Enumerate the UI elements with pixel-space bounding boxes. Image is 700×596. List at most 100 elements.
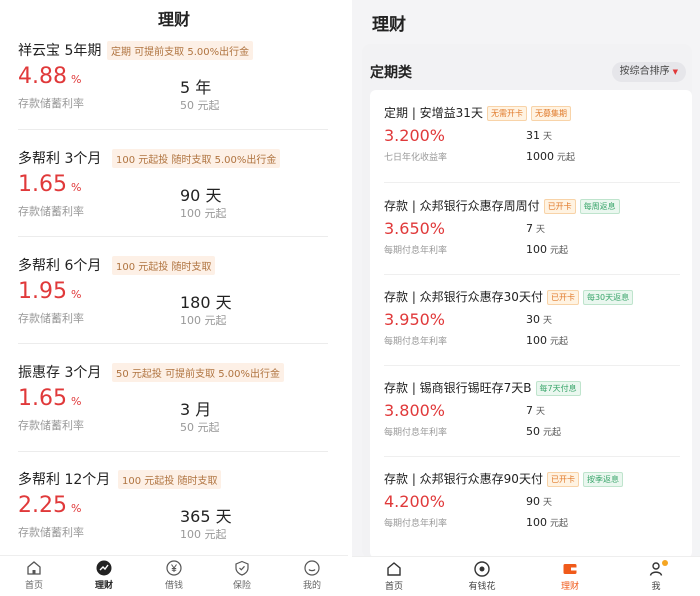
section-title: 定期类 xyxy=(370,65,412,81)
right-app-screen: 理财 定期类 按综合排序 ▼ 定期 | 安增益31天 无需开卡 无募集期 3.200%… xyxy=(352,0,700,596)
product-min-amount: 50 元起 xyxy=(526,425,561,438)
nav-spend[interactable]: 有钱花 xyxy=(458,561,506,592)
min-unit: 元起 xyxy=(543,428,562,438)
product-item[interactable]: 多帮利 3个月 100 元起投 随时支取 5.00%出行金 1.65% 存款储蓄… xyxy=(18,148,328,256)
rate-value: 4.88 xyxy=(18,64,67,89)
product-item[interactable]: 多帮利 6个月 100 元起投 随时支取 1.95% 存款储蓄利率 180 天 … xyxy=(18,255,328,363)
rate-unit: % xyxy=(70,502,82,515)
wealth-icon xyxy=(96,560,112,576)
divider xyxy=(18,343,328,344)
rate-value: 1.65 xyxy=(18,172,67,197)
product-tag: 每7天付息 xyxy=(535,381,581,396)
product-tag: 已开卡 xyxy=(543,199,576,214)
rate-value: 2.25 xyxy=(18,493,67,518)
product-tag: 已开卡 xyxy=(546,472,579,487)
product-tag: 无需开卡 xyxy=(486,106,527,121)
rate-unit: % xyxy=(70,181,82,194)
product-min-amount: 100 元起 xyxy=(526,334,568,347)
nav-me[interactable]: 我 xyxy=(632,560,680,592)
product-name: 多帮利 12个月 xyxy=(18,472,111,488)
product-name: 存款 | 众邦银行众惠存90天付 xyxy=(384,472,543,486)
profile-icon xyxy=(304,560,320,576)
product-tag: 无募集期 xyxy=(530,106,571,121)
product-term: 7天 xyxy=(526,404,545,417)
product-term: 180 天 xyxy=(180,293,232,312)
min-value: 100 xyxy=(526,516,547,529)
product-tag: 100 元起投 随时支取 5.00%出行金 xyxy=(112,149,281,168)
nav-wealth[interactable]: 理财 xyxy=(546,561,594,592)
rate-label: 存款储蓄利率 xyxy=(18,526,84,539)
product-name: 多帮利 3个月 xyxy=(18,151,102,167)
nav-label: 理财 xyxy=(94,581,113,591)
page-title: 理财 xyxy=(372,15,406,35)
divider xyxy=(18,451,328,452)
rate-label: 存款储蓄利率 xyxy=(18,312,84,325)
sort-dropdown[interactable]: 按综合排序 ▼ xyxy=(611,62,686,82)
target-icon xyxy=(474,561,490,577)
product-term: 30 天 xyxy=(526,313,552,326)
nav-insurance[interactable]: 保险 xyxy=(222,560,262,591)
rate-label: 七日年化收益率 xyxy=(384,153,448,163)
product-name: 存款 | 锡商银行锡旺存7天B xyxy=(384,381,532,395)
nav-label: 首页 xyxy=(24,581,43,591)
product-rate: 1.65% xyxy=(18,386,81,411)
product-name: 多帮利 6个月 xyxy=(18,258,102,274)
product-tag: 每周返息 xyxy=(579,199,620,214)
product-tag: 50 元起投 可提前支取 5.00%出行金 xyxy=(112,363,285,382)
shield-icon xyxy=(235,560,249,576)
product-term: 5 年 xyxy=(180,78,212,97)
rate-label: 存款储蓄利率 xyxy=(18,97,84,110)
product-item[interactable]: 存款 | 众邦银行众惠存90天付 已开卡 按季返息 4.200% 每期付息年利率 9… xyxy=(384,470,680,558)
min-value: 50 xyxy=(526,425,540,438)
product-tag: 按季返息 xyxy=(582,472,623,487)
min-value: 100 xyxy=(526,334,547,347)
bottom-nav: 首页 理财 借钱 保险 我的 xyxy=(0,555,348,596)
rate-label: 每期付息年利率 xyxy=(384,246,448,256)
term-value: 31 xyxy=(526,129,540,142)
product-item[interactable]: 祥云宝 5年期 定期 可提前支取 5.00%出行金 4.88% 存款储蓄利率 5… xyxy=(18,40,328,148)
rate-unit: % xyxy=(70,73,82,86)
term-value: 7 xyxy=(526,404,533,417)
product-name-row: 存款 | 众邦银行众惠存90天付 已开卡 按季返息 xyxy=(384,470,623,487)
product-name-row: 存款 | 锡商银行锡旺存7天B 每7天付息 xyxy=(384,379,581,396)
product-min-amount: 50 元起 xyxy=(180,99,220,112)
product-term: 90 天 xyxy=(526,495,552,508)
product-item[interactable]: 定期 | 安增益31天 无需开卡 无募集期 3.200% 七日年化收益率 31 天 1… xyxy=(384,104,680,194)
product-min-amount: 100 元起 xyxy=(180,207,227,220)
product-rate: 1.65% xyxy=(18,172,81,197)
product-name-row: 存款 | 众邦银行众惠存周周付 已开卡 每周返息 xyxy=(384,197,620,214)
nav-label: 首页 xyxy=(384,582,403,592)
term-value: 90 xyxy=(526,495,540,508)
divider xyxy=(384,274,680,275)
divider xyxy=(18,129,328,130)
min-value: 100 xyxy=(526,243,547,256)
rate-unit: % xyxy=(70,288,82,301)
product-rate: 3.200% xyxy=(384,126,446,145)
product-term: 90 天 xyxy=(180,186,222,205)
product-name: 存款 | 众邦银行众惠存30天付 xyxy=(384,290,543,304)
nav-mine[interactable]: 我的 xyxy=(292,560,332,591)
nav-home[interactable]: 首页 xyxy=(370,561,418,592)
product-tag: 定期 可提前支取 5.00%出行金 xyxy=(107,41,254,60)
nav-borrow[interactable]: 借钱 xyxy=(154,560,194,591)
min-unit: 元起 xyxy=(550,519,569,529)
rate-label: 存款储蓄利率 xyxy=(18,205,84,218)
product-rate: 1.95% xyxy=(18,279,81,304)
product-min-amount: 100 元起 xyxy=(180,528,227,541)
home-icon xyxy=(27,561,41,575)
product-item[interactable]: 振惠存 3个月 50 元起投 可提前支取 5.00%出行金 1.65% 存款储蓄… xyxy=(18,362,328,470)
product-tag: 100 元起投 随时支取 xyxy=(118,470,222,489)
divider xyxy=(18,236,328,237)
rate-unit: % xyxy=(70,395,82,408)
notification-dot xyxy=(662,560,668,566)
product-name-row: 存款 | 众邦银行众惠存30天付 已开卡 每30天返息 xyxy=(384,288,634,305)
divider xyxy=(384,365,680,366)
product-term: 7天 xyxy=(526,222,545,235)
rate-label: 每期付息年利率 xyxy=(384,519,448,529)
min-unit: 元起 xyxy=(550,337,569,347)
product-name-row: 定期 | 安增益31天 无需开卡 无募集期 xyxy=(384,104,571,121)
product-name: 存款 | 众邦银行众惠存周周付 xyxy=(384,199,540,213)
nav-home[interactable]: 首页 xyxy=(14,560,54,591)
term-unit: 天 xyxy=(543,498,553,508)
nav-wealth[interactable]: 理财 xyxy=(84,560,124,591)
